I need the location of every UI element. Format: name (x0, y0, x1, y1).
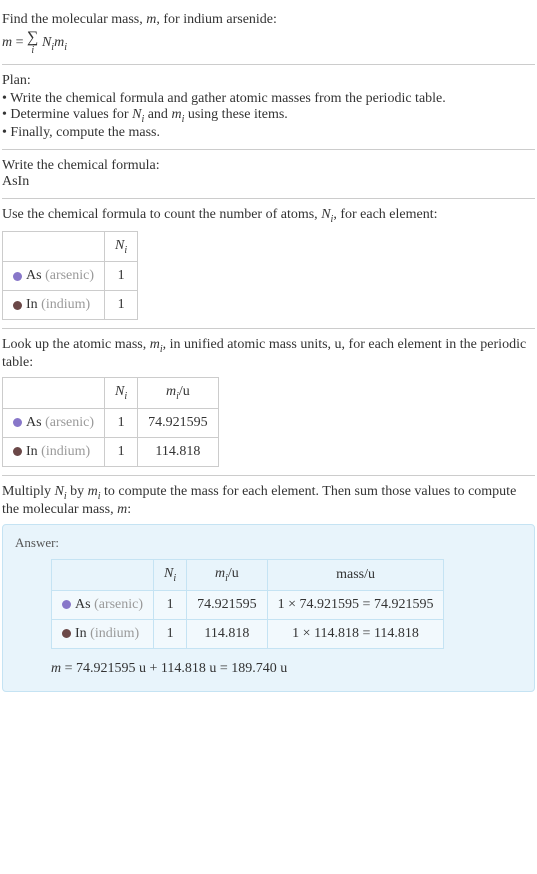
n-value: 1 (105, 262, 138, 291)
plan-list: Write the chemical formula and gather at… (2, 91, 535, 141)
plan-title: Plan: (2, 73, 535, 89)
sum-sigma: ∑ (27, 30, 38, 46)
lookup-title: Look up the atomic mass, mi, in unified … (2, 337, 535, 371)
formula-m-sub: i (64, 42, 67, 53)
answer-label: Answer: (15, 535, 522, 551)
formula-eq: = (12, 35, 27, 50)
element-cell: As (arsenic) (3, 262, 105, 291)
count-table: Ni As (arsenic) 1 In (indium) 1 (2, 231, 138, 321)
answer-table: Ni mi/u mass/u As (arsenic) 1 74.921595 … (51, 559, 444, 649)
element-dot-icon (13, 272, 22, 281)
table-header-empty (52, 559, 154, 590)
table-header-mass: mass/u (267, 559, 444, 590)
plan-item-0: Write the chemical formula and gather at… (2, 91, 535, 107)
formula-lhs: m (2, 35, 12, 50)
table-row: As (arsenic) 1 (3, 262, 138, 291)
plan-item-1: Determine values for Ni and mi using the… (2, 107, 535, 125)
intro-post: , for indium arsenide: (156, 12, 277, 27)
count-title: Use the chemical formula to count the nu… (2, 207, 535, 225)
intro-section: Find the molecular mass, m, for indium a… (2, 4, 535, 65)
sum-index: i (27, 46, 38, 56)
sum-symbol-wrap: ∑i (27, 30, 38, 56)
table-row: As (arsenic) 1 74.921595 1 × 74.921595 =… (52, 590, 444, 619)
answer-box: Answer: Ni mi/u mass/u As (arsenic) 1 74… (2, 524, 535, 692)
intro-pre: Find the molecular mass, (2, 12, 146, 27)
table-header-row: Ni mi/u (3, 378, 219, 409)
lookup-section: Look up the atomic mass, mi, in unified … (2, 329, 535, 476)
n-value: 1 (105, 437, 138, 466)
mass-value: 1 × 74.921595 = 74.921595 (267, 590, 444, 619)
intro-var-m: m (146, 12, 156, 27)
plan-section: Plan: Write the chemical formula and gat… (2, 65, 535, 150)
element-dot-icon (62, 629, 71, 638)
element-dot-icon (13, 301, 22, 310)
multiply-text: Multiply Ni by mi to compute the mass fo… (2, 484, 535, 518)
formula-n: N (42, 35, 51, 50)
table-row: In (indium) 1 114.818 (3, 437, 219, 466)
element-cell: In (indium) (3, 291, 105, 320)
n-value: 1 (105, 408, 138, 437)
count-section: Use the chemical formula to count the nu… (2, 199, 535, 330)
element-cell: In (indium) (3, 437, 105, 466)
chemical-formula-section: Write the chemical formula: AsIn (2, 150, 535, 199)
multiply-section: Multiply Ni by mi to compute the mass fo… (2, 476, 535, 700)
table-header-empty (3, 231, 105, 262)
n-value: 1 (105, 291, 138, 320)
table-header-empty (3, 378, 105, 409)
table-header-row: Ni (3, 231, 138, 262)
element-cell: As (arsenic) (3, 408, 105, 437)
mass-value: 1 × 114.818 = 114.818 (267, 619, 444, 648)
m-value: 74.921595 (187, 590, 268, 619)
chem-title: Write the chemical formula: (2, 158, 535, 174)
n-value: 1 (154, 619, 187, 648)
n-value: 1 (154, 590, 187, 619)
table-row: As (arsenic) 1 74.921595 (3, 408, 219, 437)
element-dot-icon (62, 600, 71, 609)
element-cell: In (indium) (52, 619, 154, 648)
table-header-m: mi/u (187, 559, 268, 590)
final-equation: m = 74.921595 u + 114.818 u = 189.740 u (51, 661, 522, 677)
table-row: In (indium) 1 (3, 291, 138, 320)
element-dot-icon (13, 447, 22, 456)
m-value: 74.921595 (138, 408, 219, 437)
intro-text: Find the molecular mass, m, for indium a… (2, 12, 535, 28)
element-dot-icon (13, 418, 22, 427)
plan-item-2: Finally, compute the mass. (2, 125, 535, 141)
table-row: In (indium) 1 114.818 1 × 114.818 = 114.… (52, 619, 444, 648)
answer-content: Ni mi/u mass/u As (arsenic) 1 74.921595 … (15, 559, 522, 677)
m-value: 114.818 (138, 437, 219, 466)
m-value: 114.818 (187, 619, 268, 648)
table-header-m: mi/u (138, 378, 219, 409)
formula-m: m (54, 35, 64, 50)
lookup-table: Ni mi/u As (arsenic) 1 74.921595 In (ind… (2, 377, 219, 467)
table-header-n: Ni (105, 231, 138, 262)
table-header-row: Ni mi/u mass/u (52, 559, 444, 590)
chem-value: AsIn (2, 174, 535, 190)
intro-formula: m = ∑i Nimi (2, 30, 535, 56)
table-header-n: Ni (154, 559, 187, 590)
element-cell: As (arsenic) (52, 590, 154, 619)
table-header-n: Ni (105, 378, 138, 409)
